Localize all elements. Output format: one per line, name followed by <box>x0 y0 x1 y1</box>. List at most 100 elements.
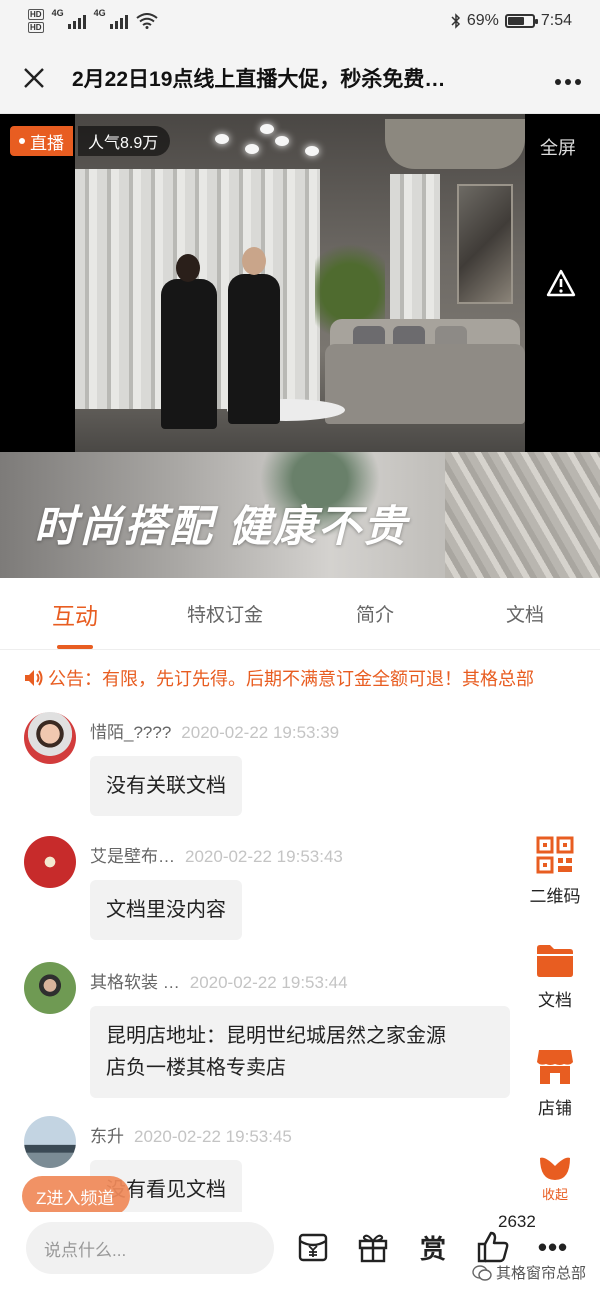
tab-documents[interactable]: 文档 <box>450 578 600 649</box>
store-icon <box>537 1050 573 1084</box>
video-sofa <box>325 344 525 424</box>
tab-bar: 互动 特权订金 简介 文档 <box>0 578 600 650</box>
bluetooth-icon <box>451 13 460 29</box>
side-action-label: 二维码 <box>529 887 581 906</box>
battery-fill <box>507 17 525 25</box>
tab-deposit[interactable]: 特权订金 <box>150 578 300 649</box>
wifi-icon <box>135 13 158 29</box>
close-icon <box>24 67 44 88</box>
folder-icon <box>537 945 573 977</box>
promo-banner[interactable]: 时尚搭配 健康不贵 <box>0 452 600 578</box>
side-action-label: 收起 <box>541 1187 568 1202</box>
live-badge: 直播 <box>10 126 73 156</box>
avatar[interactable] <box>24 712 76 764</box>
announcement-text: 公告：有限，先订先得。后期不满意订金全额可退！其格总部 <box>48 669 534 689</box>
message-bubble: 没有关联文档 <box>90 756 242 816</box>
qrcode-icon <box>536 836 574 874</box>
status-right: 69% 7:54 <box>451 12 572 30</box>
side-action-qrcode[interactable]: 二维码 <box>526 836 584 907</box>
red-packet-button[interactable] <box>296 1230 330 1264</box>
fullscreen-button[interactable]: 全屏 <box>540 134 576 160</box>
network-label-1: 4G <box>51 8 64 18</box>
reward-icon: 赏 <box>419 1233 446 1264</box>
side-action-store[interactable]: 店铺 <box>526 1048 584 1119</box>
reward-button[interactable]: 赏 <box>416 1230 450 1264</box>
live-label: 直播 <box>30 133 64 153</box>
message-text: 文档里没内容 <box>106 899 226 921</box>
avatar[interactable] <box>24 836 76 888</box>
popularity-count: 人气8.9万 <box>78 126 171 156</box>
more-actions-button[interactable]: ••• <box>536 1230 570 1264</box>
status-left: HD HD 4G 4G <box>28 8 158 34</box>
chat-list[interactable]: 惜陌_???? 2020-02-22 19:53:39 没有关联文档 艾是壁布… 2… <box>0 706 600 1226</box>
message-time: 2020-02-22 19:53:45 <box>134 1127 292 1146</box>
report-button[interactable] <box>546 269 576 299</box>
signal-icon-2 <box>109 13 128 29</box>
live-video-player[interactable]: 直播 人气8.9万 全屏 <box>0 114 600 452</box>
network-label-2: 4G <box>93 8 106 18</box>
message-user: 艾是壁布… <box>90 847 175 866</box>
live-dot-icon <box>19 138 25 144</box>
video-frame <box>75 114 525 452</box>
message-text-line: 店负一楼其格专卖店 <box>106 1057 286 1079</box>
wechat-icon <box>472 1264 492 1281</box>
message-meta: 东升 2020-02-22 19:53:45 <box>90 1122 292 1147</box>
like-button[interactable] <box>476 1230 510 1264</box>
like-icon <box>477 1231 509 1263</box>
clock: 7:54 <box>540 12 572 29</box>
status-bar: HD HD 4G 4G 69% 7:54 <box>0 0 600 42</box>
message-meta: 惜陌_???? 2020-02-22 19:53:39 <box>90 718 339 743</box>
close-button[interactable] <box>18 62 50 94</box>
bottom-bar: 说点什么... 赏 2632 ••• 其格窗帘总部 <box>0 1212 600 1300</box>
message-bubble: 昆明店地址：昆明世纪城居然之家金源 店负一楼其格专卖店 <box>90 1006 510 1098</box>
avatar[interactable] <box>24 1116 76 1168</box>
message-meta: 艾是壁布… 2020-02-22 19:53:43 <box>90 842 343 867</box>
video-person <box>228 274 280 424</box>
message-user: 惜陌_???? <box>90 723 172 742</box>
message-time: 2020-02-22 19:53:43 <box>185 847 343 866</box>
message-bubble: 文档里没内容 <box>90 880 242 940</box>
message-time: 2020-02-22 19:53:39 <box>181 723 340 742</box>
battery-icon <box>504 14 538 28</box>
like-count: 2632 <box>498 1212 536 1231</box>
side-action-documents[interactable]: 文档 <box>526 944 584 1011</box>
more-button[interactable] <box>554 62 582 93</box>
message-user: 东升 <box>90 1127 124 1146</box>
watermark: 其格窗帘总部 <box>472 1262 586 1283</box>
banner-curtain <box>445 452 600 578</box>
battery-percent: 69% <box>466 12 499 29</box>
watermark-text: 其格窗帘总部 <box>495 1265 586 1282</box>
more-icon <box>555 79 581 85</box>
signal-icon <box>67 13 86 29</box>
tab-interaction[interactable]: 互动 <box>0 578 150 649</box>
enter-channel-button[interactable]: Z进入频道 <box>22 1176 131 1216</box>
hd-icon: HD HD <box>28 9 44 33</box>
video-person <box>161 279 217 429</box>
announcement-bar: 公告：有限，先订先得。后期不满意订金全额可退！其格总部 <box>0 650 600 706</box>
side-action-collapse[interactable]: 收起 <box>526 1154 584 1203</box>
message-time: 2020-02-22 19:53:44 <box>189 973 348 992</box>
avatar[interactable] <box>24 962 76 1014</box>
video-artwork <box>457 184 513 304</box>
message-text-line: 昆明店地址：昆明世纪城居然之家金源 <box>106 1025 446 1047</box>
side-action-label: 店铺 <box>538 1099 572 1118</box>
comment-input[interactable]: 说点什么... <box>26 1222 274 1274</box>
gift-button[interactable] <box>356 1230 390 1264</box>
red-packet-icon <box>298 1233 328 1262</box>
message-meta: 其格软装 … 2020-02-22 19:53:44 <box>90 968 348 993</box>
video-person-head <box>176 254 200 282</box>
speaker-icon <box>25 670 43 686</box>
video-person-head <box>242 247 266 275</box>
message-text: 没有关联文档 <box>106 775 226 797</box>
tab-intro[interactable]: 简介 <box>300 578 450 649</box>
video-chandelier <box>205 114 325 164</box>
collapse-icon <box>540 1157 570 1180</box>
page-title: 2月22日19点线上直播大促，秒杀免费… <box>72 67 446 91</box>
more-icon: ••• <box>537 1231 569 1262</box>
title-bar: 2月22日19点线上直播大促，秒杀免费… <box>0 42 600 114</box>
gift-icon <box>358 1234 388 1263</box>
warning-icon <box>546 269 576 297</box>
side-action-label: 文档 <box>538 991 572 1010</box>
message-user: 其格软装 … <box>90 973 180 992</box>
video-valance <box>385 119 525 169</box>
